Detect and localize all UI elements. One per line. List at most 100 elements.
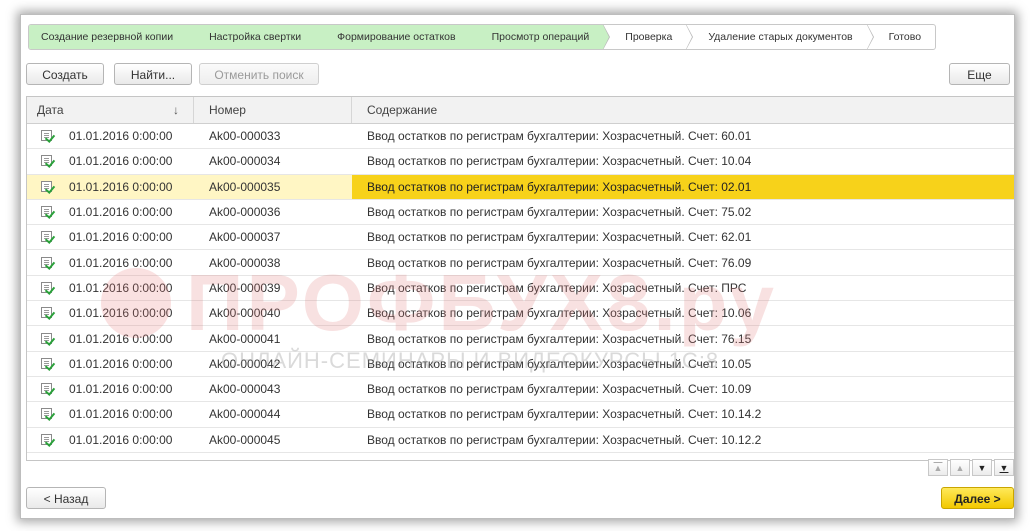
wizard-steps: Создание резервной копии Настройка свертк… [28, 24, 937, 50]
date-text: 01.01.2016 0:00:00 [69, 280, 173, 295]
cell-number: Ak00-000045 [209, 432, 281, 447]
cell-number: Ak00-000044 [209, 407, 281, 422]
cell-date: 01.01.2016 0:00:00 [27, 174, 194, 199]
table-row[interactable]: 01.01.2016 0:00:00 Ak00-000035 Ввод остатк… [27, 174, 1014, 200]
next-button[interactable]: Далее > [941, 487, 1014, 509]
find-button[interactable]: Найти... [114, 63, 192, 85]
cell-content: Ввод остатков по регистрам бухгалтерии: … [367, 205, 752, 220]
cell-number: Ak00-000034 [209, 154, 281, 169]
wizard-step[interactable]: Проверка [603, 25, 694, 49]
date-text: 01.01.2016 0:00:00 [69, 407, 173, 422]
scroll-up-icon: ▲ [955, 463, 965, 473]
table-row[interactable]: 01.01.2016 0:00:00 Ak00-000039 Ввод остатк… [27, 276, 1014, 302]
document-posted-icon [41, 256, 56, 270]
scroll-last-button[interactable]: ▼ [994, 459, 1014, 476]
table-row[interactable]: 01.01.2016 0:00:00 Ak00-000041 Ввод остатк… [27, 326, 1014, 352]
more-button[interactable]: Еще [949, 63, 1010, 85]
column-header-number[interactable]: Номер [194, 97, 352, 123]
sort-descending-icon: ↓ [173, 103, 179, 117]
document-posted-icon [41, 155, 56, 169]
table-row[interactable]: 01.01.2016 0:00:00 Ak00-000045 Ввод остатк… [27, 428, 1014, 453]
cell-date: 01.01.2016 0:00:00 [27, 326, 194, 350]
cell-content: Ввод остатков по регистрам бухгалтерии: … [367, 331, 752, 346]
operations-table: Дата ↓ Номер Содержание 01.01.2016 0:00:… [26, 96, 1014, 461]
column-header-label: Содержание [367, 103, 438, 117]
cell-number: Ak00-000038 [209, 255, 281, 270]
cell-number: Ak00-000043 [209, 382, 281, 397]
wizard-step[interactable]: Удаление старых документов [686, 25, 874, 49]
cell-date: 01.01.2016 0:00:00 [27, 124, 194, 148]
scroll-up-button[interactable]: ▲ [950, 459, 970, 476]
scroll-down-button[interactable]: ▼ [972, 459, 992, 476]
wizard-step[interactable]: Формирование остатков [315, 25, 478, 49]
table-row[interactable]: 01.01.2016 0:00:00 Ak00-000033 Ввод остатк… [27, 124, 1014, 150]
cancel-search-button[interactable]: Отменить поиск [199, 63, 319, 85]
back-button[interactable]: < Назад [26, 487, 106, 509]
cell-content: Ввод остатков по регистрам бухгалтерии: … [367, 154, 752, 169]
wizard-step[interactable]: Готово [867, 25, 935, 49]
cell-number: Ak00-000035 [194, 174, 352, 199]
scroll-down-icon: ▼ [977, 463, 987, 473]
document-posted-icon [41, 206, 56, 219]
cell-date: 01.01.2016 0:00:00 [27, 352, 194, 376]
table-row[interactable]: 01.01.2016 0:00:00 Ak00-000044 Ввод остатк… [27, 402, 1014, 428]
cell-content: Ввод остатков по регистрам бухгалтерии: … [367, 255, 752, 270]
date-text: 01.01.2016 0:00:00 [69, 230, 173, 245]
create-button[interactable]: Создать [26, 63, 104, 85]
wizard-step[interactable]: Настройка свертки [187, 25, 323, 49]
cell-content: Ввод остатков по регистрам бухгалтерии: … [367, 306, 752, 321]
table-row[interactable]: 01.01.2016 0:00:00 Ak00-000038 Ввод остатк… [27, 250, 1014, 276]
table-row[interactable]: 01.01.2016 0:00:00 Ak00-000040 Ввод остатк… [27, 301, 1014, 327]
scroll-first-icon: ▲ [933, 463, 943, 473]
table-header: Дата ↓ Номер Содержание [27, 97, 1014, 124]
cell-number: Ak00-000033 [209, 129, 281, 144]
column-header-label: Номер [209, 103, 246, 117]
cell-content: Ввод остатков по регистрам бухгалтерии: … [367, 129, 752, 144]
cell-date: 01.01.2016 0:00:00 [27, 377, 194, 401]
table-body: 01.01.2016 0:00:00 Ak00-000033 Ввод остатк… [27, 124, 1014, 453]
scroll-controls: ▲ ▲ ▼ ▼ [926, 459, 1014, 476]
cell-content: Ввод остатков по регистрам бухгалтерии: … [367, 382, 752, 397]
column-header-date[interactable]: Дата ↓ [27, 97, 194, 123]
date-text: 01.01.2016 0:00:00 [69, 205, 173, 220]
document-posted-icon [41, 307, 56, 321]
cell-content: Ввод остатков по регистрам бухгалтерии: … [367, 230, 752, 245]
wizard-step[interactable]: Создание резервной копии [29, 25, 195, 49]
cell-content: Ввод остатков по регистрам бухгалтерии: … [367, 432, 762, 447]
wizard-step[interactable]: Просмотр операций [469, 25, 610, 49]
document-posted-icon [41, 357, 56, 371]
date-text: 01.01.2016 0:00:00 [69, 331, 173, 346]
document-posted-icon [41, 408, 56, 422]
table-row[interactable]: 01.01.2016 0:00:00 Ak00-000037 Ввод остатк… [27, 225, 1014, 251]
scroll-last-icon: ▼ [999, 463, 1009, 473]
table-row[interactable]: 01.01.2016 0:00:00 Ak00-000036 Ввод остатк… [27, 200, 1014, 226]
scroll-first-button[interactable]: ▲ [928, 459, 948, 476]
document-posted-icon [41, 130, 56, 144]
date-text: 01.01.2016 0:00:00 [69, 356, 173, 371]
cell-number: Ak00-000042 [209, 356, 281, 371]
table-row[interactable]: 01.01.2016 0:00:00 Ak00-000043 Ввод остатк… [27, 377, 1014, 403]
date-text: 01.01.2016 0:00:00 [69, 179, 173, 194]
cell-content: Ввод остатков по регистрам бухгалтерии: … [367, 280, 747, 295]
cell-date: 01.01.2016 0:00:00 [27, 250, 194, 274]
cell-date: 01.01.2016 0:00:00 [27, 428, 194, 452]
column-header-label: Дата [37, 103, 64, 117]
cell-date: 01.01.2016 0:00:00 [27, 402, 194, 426]
cell-date: 01.01.2016 0:00:00 [27, 301, 194, 325]
cell-date: 01.01.2016 0:00:00 [27, 276, 194, 300]
date-text: 01.01.2016 0:00:00 [69, 432, 173, 447]
document-posted-icon [41, 332, 56, 346]
cell-number: Ak00-000040 [209, 306, 281, 321]
column-header-content[interactable]: Содержание [352, 97, 1014, 123]
cell-number: Ak00-000041 [209, 331, 281, 346]
document-posted-icon [41, 231, 56, 245]
table-row[interactable]: 01.01.2016 0:00:00 Ak00-000042 Ввод остатк… [27, 352, 1014, 377]
wizard-window: Создание резервной копии Настройка свертк… [20, 14, 1015, 519]
date-text: 01.01.2016 0:00:00 [69, 129, 173, 144]
cell-number: Ak00-000036 [209, 205, 281, 220]
table-row[interactable]: 01.01.2016 0:00:00 Ak00-000034 Ввод остатк… [27, 149, 1014, 175]
cell-content: Ввод остатков по регистрам бухгалтерии: … [367, 407, 762, 422]
date-text: 01.01.2016 0:00:00 [69, 306, 173, 321]
cell-number: Ak00-000037 [209, 230, 281, 245]
cell-date: 01.01.2016 0:00:00 [27, 149, 194, 173]
